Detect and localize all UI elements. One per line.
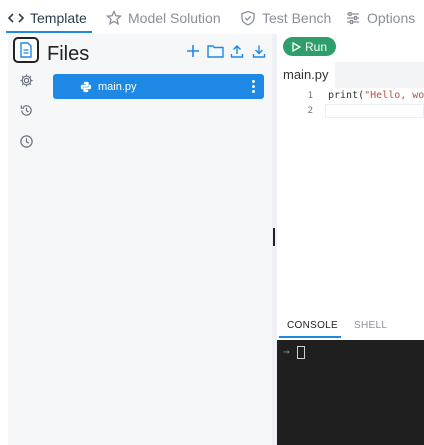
top-tab-bar: Template Model Solution Test Bench Optio… [0,0,424,34]
console-tab-indicator [279,336,341,338]
code-editor[interactable]: 1 2 print("Hello, wo [277,88,424,314]
tab-model-solution-label: Model Solution [128,10,221,26]
file-name: main.py [98,80,137,93]
clock-icon [19,134,33,148]
rail-files-button[interactable] [13,37,39,63]
files-actions [184,42,268,60]
add-file-button[interactable] [184,42,202,60]
splitter-handle[interactable] [273,228,275,246]
shield-check-icon [241,10,255,26]
tab-options-label: Options [367,10,416,26]
upload-button[interactable] [228,42,246,60]
terminal-prompt: → [283,345,290,358]
terminal-cursor [297,346,305,359]
files-title: Files [47,43,90,65]
run-button[interactable]: Run [283,37,336,56]
add-folder-button[interactable] [206,42,224,60]
rail-settings-button[interactable] [13,67,39,93]
tab-test-bench[interactable]: Test Bench [240,9,331,27]
tab-console[interactable]: CONSOLE [287,320,338,331]
files-panel: Files main.py [44,34,272,445]
tab-template-label: Template [30,10,87,26]
play-icon [292,41,301,52]
tab-options[interactable]: Options [345,9,415,27]
history-icon [20,104,32,116]
download-icon [252,45,266,58]
python-icon [80,81,92,92]
download-button[interactable] [250,42,268,60]
run-button-label: Run [304,39,327,54]
upload-icon [230,45,244,58]
code-icon [8,13,24,23]
kebab-dot [251,90,255,93]
add-folder-icon [206,45,224,58]
editor-tab-strip [335,62,424,88]
kebab-dot [251,80,255,83]
rail-history-button[interactable] [13,97,39,123]
rail-clock-button[interactable] [13,128,39,154]
current-line-highlight [325,104,424,118]
gear-icon [19,73,33,87]
line-number: 2 [307,106,313,116]
string-literal: "Hello, wo [364,90,424,101]
tab-test-bench-label: Test Bench [262,10,332,26]
line-number: 1 [307,91,313,101]
kebab-dot [251,85,255,88]
editor-tab-main-py[interactable]: main.py [277,62,335,88]
star-icon [106,10,122,26]
terminal[interactable]: → [277,340,424,445]
editor-pane: Run main.py 1 2 print("Hello, wo [277,34,424,314]
console-pane: CONSOLE SHELL → [277,314,424,445]
tab-template[interactable]: Template [8,9,87,27]
code-line: print("Hello, wo [328,90,424,101]
tab-shell[interactable]: SHELL [354,320,387,331]
file-item-main-py[interactable]: main.py [53,74,264,99]
files-icon [20,42,32,58]
tab-model-solution[interactable]: Model Solution [106,9,221,27]
sliders-icon [347,11,359,25]
add-file-icon [187,45,199,57]
active-tab-indicator [6,31,92,33]
file-menu-button[interactable] [248,77,258,96]
left-rail [8,34,44,445]
